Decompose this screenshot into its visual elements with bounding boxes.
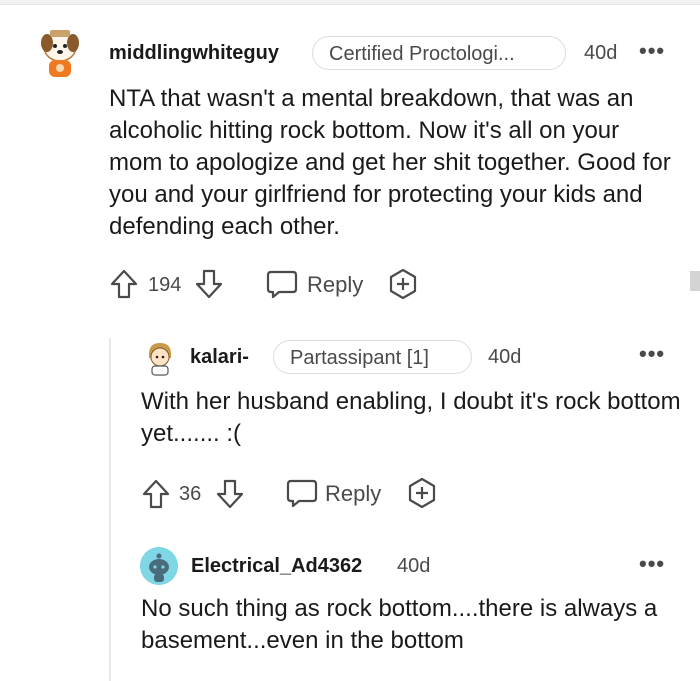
award-icon[interactable] [405,476,439,510]
vote-count: 194 [148,274,182,296]
username[interactable]: kalari- [190,346,249,369]
more-options-icon[interactable]: ••• [639,551,665,577]
username[interactable]: Electrical_Ad4362 [191,555,362,578]
character-avatar-icon [149,343,171,376]
upvote-icon[interactable] [109,268,139,300]
vote-count: 36 [179,483,202,505]
scrollbar-thumb[interactable] [690,271,700,291]
downvote-icon[interactable] [215,478,245,510]
comment-body: With her husband enabling, I doubt it's … [141,388,681,447]
downvote-icon[interactable] [194,268,224,300]
user-avatar[interactable] [37,27,83,81]
comment-age: 40d [488,346,522,368]
user-avatar[interactable] [140,547,178,585]
more-options-icon[interactable]: ••• [639,38,665,64]
award-icon[interactable] [386,267,420,301]
reply-label: Reply [307,272,364,297]
comment-body: No such thing as rock bottom....there is… [141,595,658,654]
comment-body: NTA that wasn't a mental breakdown, that… [109,85,671,240]
reply-icon [286,479,318,508]
user-avatar[interactable] [143,340,177,376]
snoo-avatar-icon [140,547,178,585]
comment-age: 40d [584,42,618,64]
more-options-icon[interactable]: ••• [639,341,665,367]
top-divider [0,0,700,5]
user-flair: Partassipant [1] [273,340,472,374]
reply-icon [266,270,298,299]
upvote-icon[interactable] [141,478,171,510]
reply-label: Reply [325,481,382,506]
user-flair: Certified Proctologi... [312,36,566,70]
username[interactable]: middlingwhiteguy [109,42,279,65]
dog-avatar-icon [41,30,79,77]
comment-age: 40d [397,555,431,577]
thread-line[interactable] [109,338,111,681]
